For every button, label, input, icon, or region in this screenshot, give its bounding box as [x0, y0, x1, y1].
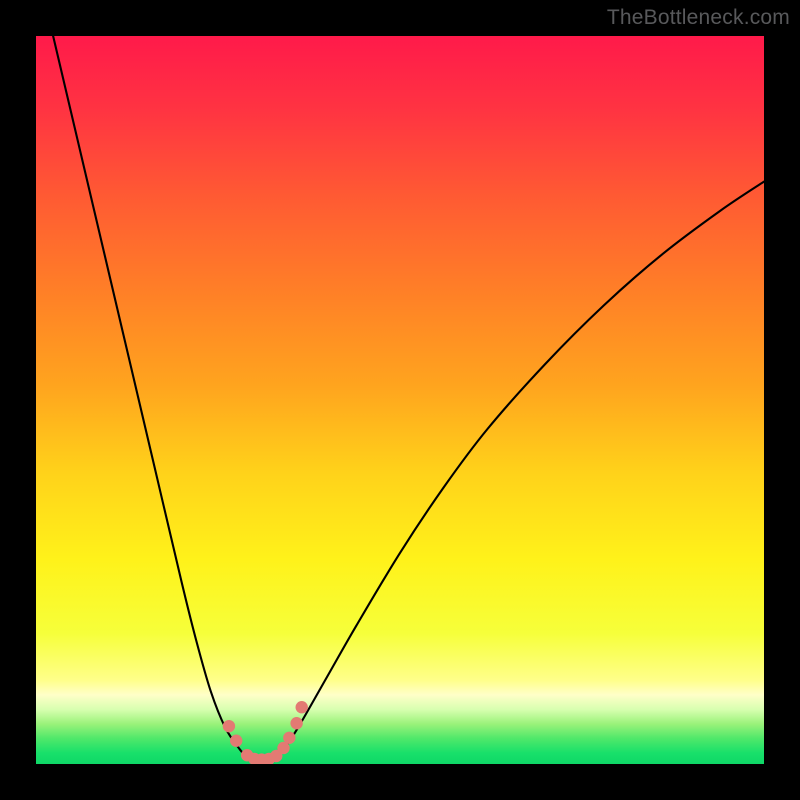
chart-svg — [36, 36, 764, 764]
watermark-text: TheBottleneck.com — [607, 6, 790, 30]
marker-point — [290, 717, 302, 729]
marker-point — [230, 735, 242, 747]
chart-frame: { "watermark": "TheBottleneck.com", "plo… — [0, 0, 800, 800]
marker-point — [223, 720, 235, 732]
plot-area — [36, 36, 764, 764]
marker-point — [283, 732, 295, 744]
marker-point — [296, 701, 308, 713]
bottleneck-curve — [36, 36, 764, 760]
